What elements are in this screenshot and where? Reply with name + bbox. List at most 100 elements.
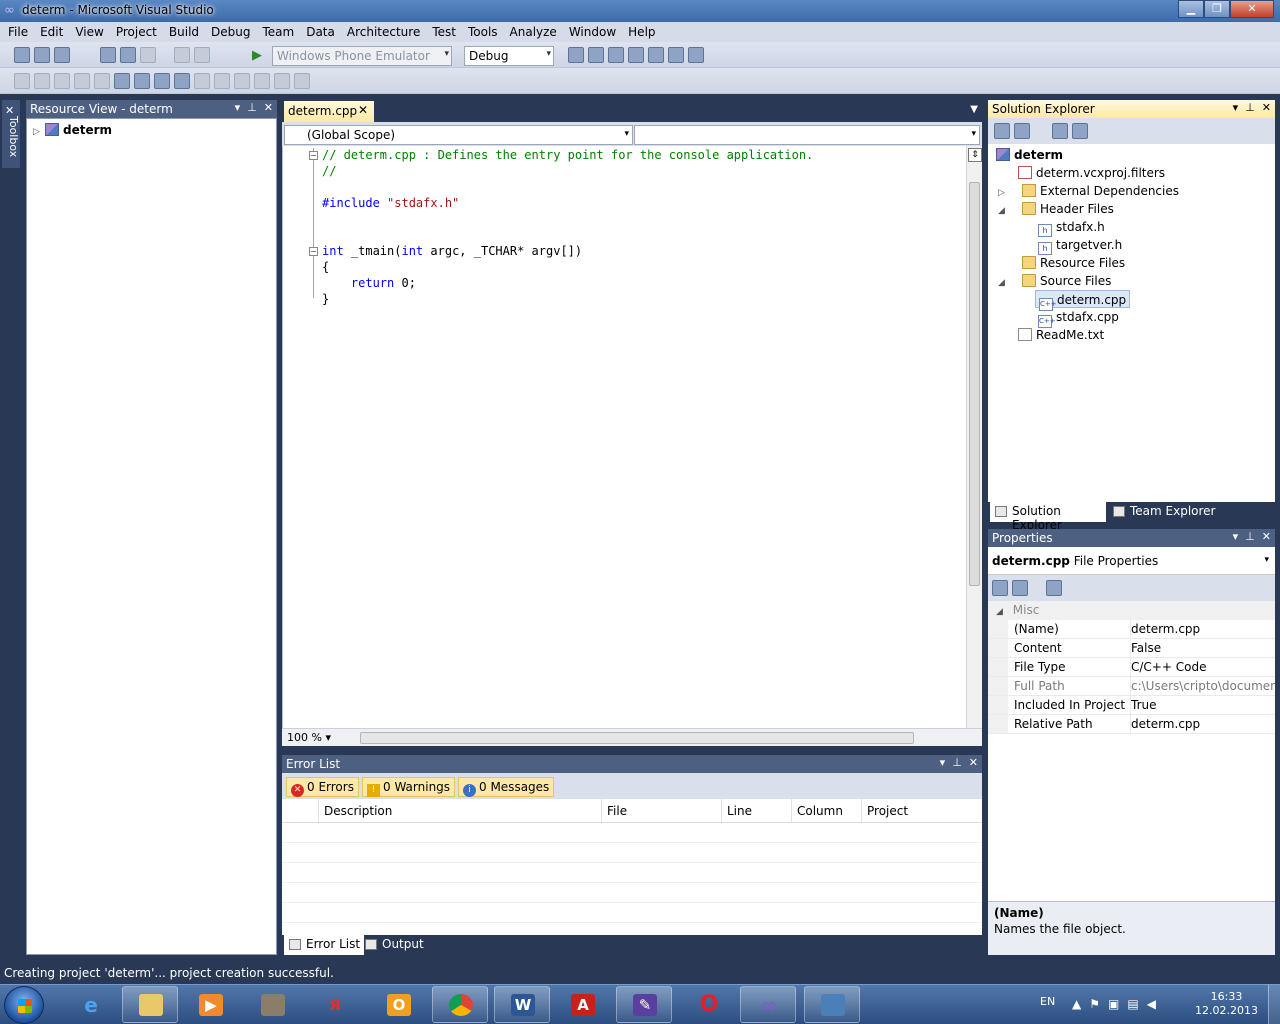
refresh-icon[interactable] — [1052, 123, 1068, 139]
category-misc[interactable]: ◢ Misc — [988, 601, 1275, 620]
outlook-task[interactable]: O — [370, 986, 426, 1023]
outdent-icon[interactable] — [94, 73, 110, 89]
prev-bookmark-icon[interactable] — [194, 73, 210, 89]
explorer-task[interactable] — [122, 986, 178, 1023]
property-row[interactable]: Relative Path determ.cpp — [988, 715, 1275, 734]
zoom-combo[interactable]: 100 % ▾ — [284, 730, 346, 746]
tab-error-list[interactable]: Error List — [284, 935, 365, 955]
archive-task[interactable] — [244, 986, 300, 1023]
dropdown-icon[interactable]: ▾ — [1233, 101, 1239, 114]
column-header[interactable]: Line — [722, 799, 792, 823]
indent-icon[interactable] — [114, 73, 130, 89]
vertical-scrollbar[interactable]: ⇕ — [966, 146, 982, 728]
tree-item-filters[interactable]: determ.vcxproj.filters — [1018, 164, 1165, 182]
tree-item-readme[interactable]: ReadMe.txt — [1018, 326, 1104, 344]
tab-team-explorer[interactable]: Team Explorer — [1108, 502, 1220, 522]
network-tray-icon[interactable]: ▤ — [1127, 997, 1138, 1011]
scope-combo[interactable]: (Global Scope) ▾ — [284, 125, 633, 145]
editor-task[interactable]: ✎ — [616, 986, 672, 1023]
dropdown-icon[interactable]: ▾ — [1233, 530, 1239, 543]
show-desktop-button[interactable] — [1268, 985, 1280, 1024]
dropdown-icon[interactable]: ▾ — [940, 756, 946, 769]
tree-item-stdafx-h[interactable]: h stdafx.h — [1038, 218, 1105, 237]
start-debugging-icon[interactable]: ▶ — [252, 48, 262, 63]
dropdown-icon[interactable]: ▾ — [235, 101, 241, 114]
collapse-icon[interactable]: ◢ — [998, 202, 1010, 220]
tree-item-resource-files[interactable]: Resource Files — [1022, 254, 1125, 272]
tree-item-targetver-h[interactable]: h targetver.h — [1038, 236, 1122, 255]
acrobat-task[interactable]: A — [554, 986, 610, 1023]
column-header[interactable]: Project — [862, 799, 982, 823]
show-hidden-icons-icon[interactable]: ▲ — [1072, 997, 1081, 1011]
tree-item-header-files[interactable]: ◢ Header Files — [998, 200, 1114, 218]
solution-explorer-icon[interactable] — [588, 47, 604, 63]
configuration-combo[interactable]: Debug ▾ — [464, 46, 554, 66]
tree-item-stdafx-cpp[interactable]: C++stdafx.cpp — [1038, 308, 1119, 328]
paste-icon[interactable] — [140, 47, 156, 63]
parameter-info-icon[interactable] — [34, 73, 50, 89]
alphabetical-icon[interactable] — [1012, 580, 1028, 596]
yandex-task[interactable]: Я — [306, 986, 362, 1023]
collapse-icon[interactable]: ◢ — [998, 274, 1010, 292]
device-icon[interactable]: ▣ — [1108, 997, 1119, 1011]
scroll-thumb[interactable] — [969, 182, 980, 586]
word-task[interactable]: W — [494, 986, 550, 1023]
network-task[interactable] — [804, 986, 860, 1023]
collapse-icon[interactable]: ◢ — [996, 607, 1003, 617]
menu-project[interactable]: Project — [110, 22, 163, 42]
find-icon[interactable] — [294, 73, 310, 89]
menu-build[interactable]: Build — [163, 22, 205, 42]
tree-item-project[interactable]: determ — [996, 146, 1063, 164]
save-icon[interactable] — [34, 47, 50, 63]
tab-output[interactable]: Output — [360, 935, 428, 955]
menu-window[interactable]: Window — [563, 22, 622, 42]
flag-icon[interactable]: ⚑ — [1089, 997, 1100, 1011]
menu-edit[interactable]: Edit — [34, 22, 69, 42]
properties-icon[interactable] — [994, 123, 1010, 139]
language-indicator[interactable]: EN — [1040, 995, 1055, 1008]
new-project-icon[interactable] — [14, 47, 30, 63]
next-bookmark-icon[interactable] — [214, 73, 230, 89]
class-view-icon[interactable] — [1072, 123, 1088, 139]
menu-team[interactable]: Team — [256, 22, 300, 42]
member-combo[interactable]: ▾ — [634, 125, 980, 145]
copy-icon[interactable] — [120, 47, 136, 63]
comment-icon[interactable] — [134, 73, 150, 89]
start-button[interactable] — [4, 986, 44, 1024]
maximize-button[interactable]: ❐ — [1204, 0, 1230, 18]
column-header[interactable]: Description — [319, 799, 602, 823]
close-button[interactable]: ✕ — [1230, 0, 1274, 18]
member-list-icon[interactable] — [14, 73, 30, 89]
tree-item-source-files[interactable]: ◢ Source Files — [998, 272, 1111, 290]
property-row[interactable]: Full Path c:\Users\cripto\documents — [988, 677, 1275, 696]
extension-manager-icon[interactable] — [668, 47, 684, 63]
minimize-button[interactable]: ▁ — [1178, 0, 1204, 18]
tree-item-determ-cpp[interactable]: C++determ.cpp — [1035, 290, 1131, 311]
save-all-icon[interactable] — [54, 47, 70, 63]
property-row[interactable]: File Type C/C++ Code — [988, 658, 1275, 677]
undo-icon[interactable] — [174, 47, 190, 63]
menu-file[interactable]: File — [2, 22, 34, 42]
volume-icon[interactable]: ◀ — [1147, 997, 1156, 1011]
menu-data[interactable]: Data — [300, 22, 341, 42]
code-editor[interactable]: − − // determ.cpp : Defines the entry po… — [282, 146, 982, 728]
expand-icon[interactable]: ▷ — [33, 123, 45, 141]
menu-architecture[interactable]: Architecture — [341, 22, 426, 42]
chrome-task[interactable] — [432, 986, 488, 1023]
redo-icon[interactable] — [194, 47, 210, 63]
menu-view[interactable]: View — [69, 22, 109, 42]
clock[interactable]: 16:33 12.02.2013 — [1195, 990, 1258, 1018]
pin-icon[interactable]: ⊥ — [247, 101, 257, 114]
column-header[interactable] — [282, 799, 319, 823]
command-window-icon[interactable] — [688, 47, 704, 63]
pin-icon[interactable]: ⊥ — [1245, 101, 1255, 114]
show-all-files-icon[interactable] — [1014, 123, 1030, 139]
split-icon[interactable]: ⇕ — [968, 148, 982, 162]
media-player-task[interactable]: ▶ — [182, 986, 238, 1023]
close-icon[interactable]: ✕ — [969, 756, 978, 769]
tab-determ-cpp[interactable]: determ.cpp ✕ — [284, 101, 374, 122]
close-tab-icon[interactable]: ✕ — [358, 103, 368, 117]
properties-icon[interactable] — [608, 47, 624, 63]
toolbox-icon[interactable] — [648, 47, 664, 63]
menu-debug[interactable]: Debug — [205, 22, 256, 42]
